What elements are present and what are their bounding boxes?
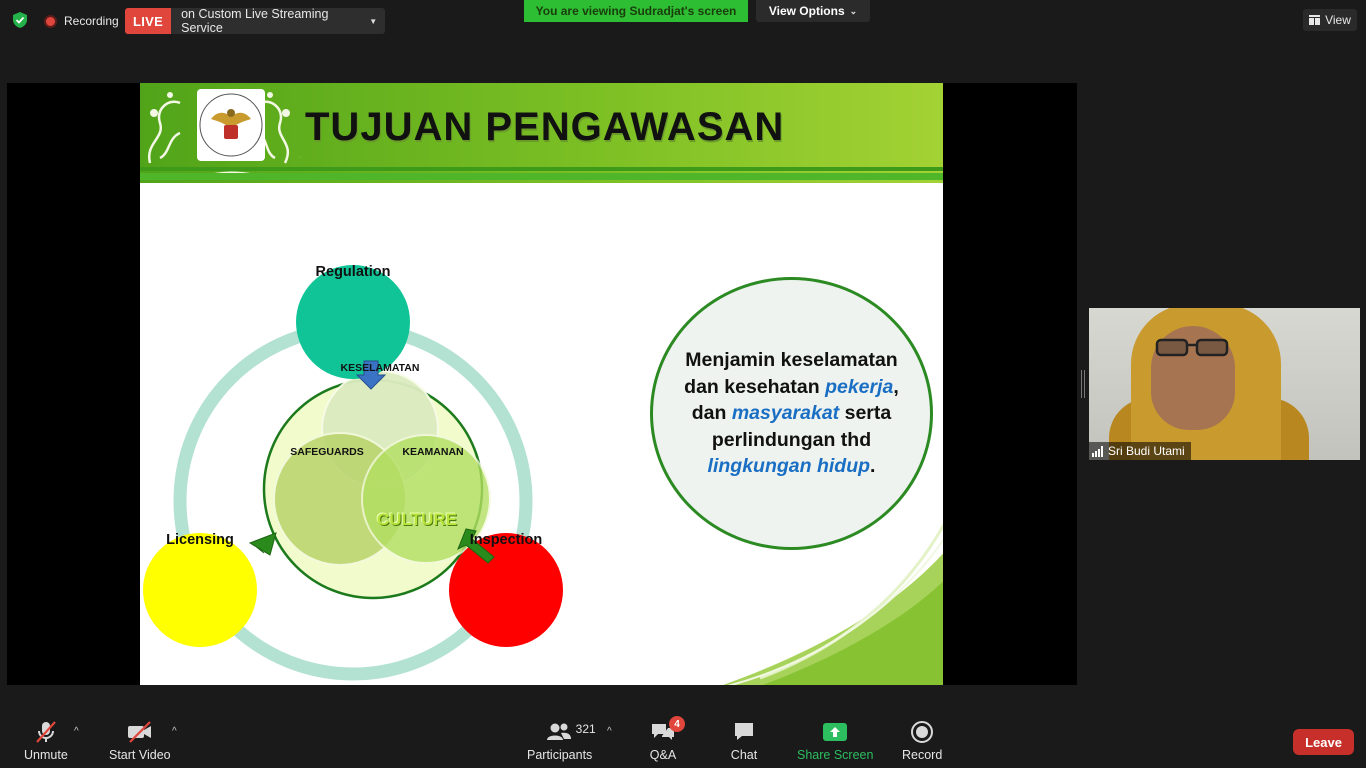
grid-view-icon: [1309, 15, 1321, 25]
recording-indicator[interactable]: Recording: [44, 12, 119, 30]
culture-label: CULTURE: [377, 510, 457, 529]
statement-em2: masyarakat: [731, 402, 840, 425]
unmute-button[interactable]: Unmute: [24, 720, 68, 762]
keamanan-label: KEAMANAN: [402, 446, 464, 458]
leave-button[interactable]: Leave: [1293, 729, 1354, 755]
live-stream-control[interactable]: LIVE on Custom Live Streaming Service ▼: [125, 8, 386, 34]
meeting-toolbar: Unmute ^ Start Video ^ 321 Participants …: [0, 708, 1366, 768]
panel-resize-handle[interactable]: [1081, 370, 1085, 398]
statement-em1: pekerja: [825, 375, 894, 398]
chat-label: Chat: [730, 748, 758, 762]
statement-em3: lingkungan hidup: [707, 455, 871, 478]
share-screen-button[interactable]: Share Screen: [797, 720, 873, 762]
share-screen-icon: [821, 720, 849, 744]
participant-video-tile[interactable]: Sri Budi Utami: [1089, 308, 1360, 460]
licensing-label: Licensing: [166, 532, 234, 548]
signal-strength-icon: [1092, 445, 1103, 457]
participant-name-tag: Sri Budi Utami: [1089, 442, 1191, 460]
statement-part4: .: [870, 455, 876, 478]
live-service-label: on Custom Live Streaming Service: [181, 8, 329, 34]
record-label: Record: [902, 748, 943, 762]
view-options-label: View Options: [768, 4, 845, 18]
live-service-dropdown[interactable]: on Custom Live Streaming Service ▼: [171, 8, 386, 34]
viewing-banner: You are viewing Sudradjat's screen: [524, 0, 748, 22]
inspection-node: [449, 533, 563, 647]
view-options-button[interactable]: View Options ⌄: [756, 0, 870, 22]
record-button[interactable]: Record: [902, 720, 942, 762]
view-button[interactable]: View: [1303, 9, 1357, 31]
arrow-up-right-icon: [248, 532, 277, 556]
video-off-icon: [126, 720, 154, 744]
participants-options-caret-icon[interactable]: ^: [607, 726, 612, 737]
statement-circle: Menjamin keselamatan dan kesehatan peker…: [650, 277, 933, 550]
recording-label: Recording: [64, 14, 119, 28]
regulation-label: Regulation: [315, 264, 391, 280]
participant-name: Sri Budi Utami: [1108, 444, 1185, 458]
licensing-node: [143, 533, 257, 647]
audio-options-caret-icon[interactable]: ^: [74, 726, 79, 737]
mic-muted-icon: [32, 720, 60, 744]
participants-count: 321: [575, 722, 596, 736]
qa-button[interactable]: 4 Q&A: [649, 716, 685, 762]
shared-screen[interactable]: TUJUAN PENGAWASAN Regulation Licensing I…: [7, 83, 1077, 685]
safeguards-label: SAFEGUARDS: [290, 446, 364, 458]
qa-badge: 4: [669, 716, 685, 732]
qa-label: Q&A: [649, 748, 677, 762]
view-label: View: [1325, 13, 1351, 27]
live-badge: LIVE: [125, 8, 172, 34]
start-video-button[interactable]: Start Video: [109, 720, 171, 762]
supervision-cycle-diagram: [143, 265, 563, 681]
qa-icon: 4: [649, 716, 685, 744]
chat-button[interactable]: Chat: [730, 720, 758, 762]
security-shield-icon[interactable]: [11, 11, 29, 29]
record-icon: [908, 720, 936, 744]
statement-text: Menjamin keselamatan dan kesehatan peker…: [682, 347, 902, 480]
chevron-down-icon: ⌄: [849, 5, 858, 16]
keselamatan-label: KESELAMATAN: [340, 362, 420, 374]
participants-button[interactable]: 321 Participants: [527, 720, 596, 762]
unmute-label: Unmute: [24, 748, 68, 762]
video-glasses: [1155, 338, 1229, 357]
participants-icon: 321: [529, 720, 596, 744]
chat-icon: [730, 720, 758, 744]
chevron-down-icon: ▼: [369, 16, 378, 26]
inspection-label: Inspection: [469, 532, 543, 548]
presentation-slide: TUJUAN PENGAWASAN Regulation Licensing I…: [140, 83, 943, 685]
recording-dot-icon: [44, 14, 57, 28]
participants-label: Participants: [527, 748, 593, 762]
start-video-label: Start Video: [109, 748, 171, 762]
video-options-caret-icon[interactable]: ^: [172, 726, 177, 737]
share-screen-label: Share Screen: [797, 748, 874, 762]
